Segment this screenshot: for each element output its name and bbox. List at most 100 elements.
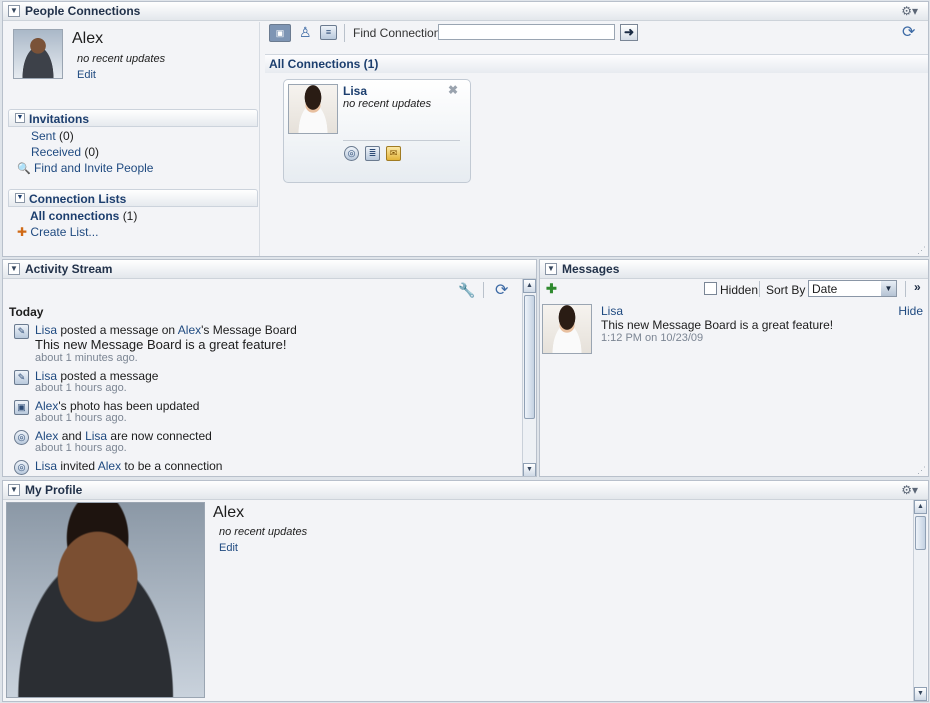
message-item: Lisa This new Message Board is a great f… — [540, 302, 928, 358]
collapse-toggle-icon[interactable]: ▼ — [8, 484, 20, 496]
toolbar-divider — [483, 282, 484, 298]
scroll-down-arrow[interactable]: ▼ — [914, 687, 927, 701]
actor-link[interactable]: Lisa — [35, 369, 57, 383]
go-button[interactable]: ➜ — [620, 24, 638, 41]
connection-name[interactable]: Lisa — [343, 84, 367, 98]
find-invite-row[interactable]: 🔍 Find and Invite People — [17, 161, 153, 175]
avatar — [13, 29, 63, 79]
refresh-icon[interactable]: ⟳ — [902, 22, 915, 42]
feed-text: 's Message Board — [201, 323, 297, 337]
wrench-icon[interactable]: 🔧 — [458, 282, 475, 299]
feed-time: about 1 minutes ago. — [35, 352, 138, 364]
actor-link[interactable]: Alex — [35, 429, 58, 443]
user-name: Alex — [72, 30, 104, 47]
card-view-icon[interactable]: ▣ — [269, 24, 291, 42]
hidden-label: Hidden — [720, 283, 759, 297]
feed-text: posted a message — [60, 369, 159, 383]
resize-grip-icon[interactable]: ⋰ — [917, 245, 926, 256]
panel-title: People Connections — [25, 4, 141, 18]
my-profile-panel: ▼ My Profile ⚙▾ Alex no recent updates E… — [2, 480, 929, 702]
envelope-icon[interactable]: ✉ — [386, 146, 401, 161]
target-link[interactable]: Alex — [98, 459, 121, 473]
feed-text: and — [61, 429, 82, 443]
hide-link[interactable]: Hide — [898, 304, 923, 318]
collapse-toggle-icon[interactable]: ▼ — [8, 263, 20, 275]
find-connection-input[interactable] — [438, 24, 615, 40]
scroll-up-arrow[interactable]: ▲ — [914, 500, 927, 514]
connections-icon[interactable]: ◎ — [344, 146, 359, 161]
card-divider — [343, 140, 460, 141]
scroll-thumb[interactable] — [524, 295, 535, 419]
all-connections-link[interactable]: All connections — [30, 209, 119, 223]
all-connections-bar: All Connections (1) — [265, 54, 928, 73]
add-icon: ✚ — [17, 225, 28, 239]
toolbar-divider — [759, 281, 760, 297]
create-list-row[interactable]: ✚ Create List... — [17, 225, 98, 239]
collapse-toggle-icon[interactable]: ▼ — [8, 5, 20, 17]
close-icon[interactable]: ✖ — [448, 83, 458, 97]
gear-icon[interactable]: ⚙▾ — [901, 4, 918, 18]
column-divider — [259, 22, 260, 256]
activity-scrollbar[interactable]: ▲ ▼ — [522, 279, 536, 476]
activity-stream-panel: ▼ Activity Stream 🔧 ⟳ Today ✎ Lisa poste… — [2, 259, 537, 477]
invitations-header: ▼ Invitations — [8, 109, 258, 127]
scroll-up-arrow[interactable]: ▲ — [523, 279, 536, 293]
feed-text: are now connected — [110, 429, 212, 443]
target-link[interactable]: Lisa — [85, 429, 107, 443]
received-count: (0) — [84, 145, 100, 159]
feed-text: invited — [60, 459, 96, 473]
feed-list: ✎ Lisa posted a message on Alex's Messag… — [3, 322, 521, 476]
user-status: no recent updates — [77, 53, 166, 65]
resize-grip-icon[interactable]: ⋰ — [917, 465, 926, 476]
message-posted-icon: ✎ — [14, 370, 29, 385]
photo-icon: ▣ — [14, 400, 29, 415]
connection-photo — [288, 84, 338, 134]
collapse-toggle-icon[interactable]: ▼ — [15, 193, 25, 203]
profile-status: no recent updates — [219, 526, 308, 538]
feed-time: about 1 hours ago. — [35, 442, 127, 454]
find-connection-label: Find Connection — [353, 26, 441, 40]
received-link[interactable]: Received — [31, 145, 81, 159]
feed-text: to be a connection — [124, 459, 223, 473]
feed-time: about 1 hours ago. — [35, 382, 127, 394]
message-posted-icon: ✎ — [14, 324, 29, 339]
feed-item-line: Lisa posted a message on Alex's Message … — [35, 323, 297, 337]
message-author-link[interactable]: Lisa — [601, 304, 623, 318]
connection-lists-title: Connection Lists — [29, 192, 127, 206]
all-connections-row: All connections (1) — [30, 209, 137, 223]
new-message-icon[interactable]: ✚ — [546, 281, 557, 297]
profile-edit-link[interactable]: Edit — [219, 542, 238, 554]
scroll-thumb[interactable] — [915, 516, 926, 550]
refresh-icon[interactable]: ⟳ — [495, 280, 508, 300]
invitations-received: Received (0) — [31, 145, 99, 159]
sort-select-value: Date — [812, 282, 838, 296]
profile-scrollbar[interactable]: ▲ ▼ — [913, 500, 927, 701]
gear-icon[interactable]: ⚙▾ — [901, 483, 918, 497]
overflow-chevron-icon[interactable]: » — [914, 280, 921, 294]
collapse-toggle-icon[interactable]: ▼ — [15, 113, 25, 123]
document-icon[interactable]: ≣ — [365, 146, 380, 161]
feed-time: about 1 hours ago. — [35, 412, 127, 424]
person-view-icon[interactable]: ♙ — [299, 24, 312, 41]
scroll-down-arrow[interactable]: ▼ — [523, 463, 536, 476]
connection-card[interactable]: Lisa no recent updates ✖ ◎ ≣ ✉ — [283, 79, 471, 183]
feed-text: posted a message on — [60, 323, 176, 337]
create-list-link[interactable]: Create List... — [30, 225, 98, 239]
today-heading: Today — [9, 305, 44, 319]
actor-link[interactable]: Alex — [35, 399, 58, 413]
feed-item-line: Lisa posted a message — [35, 369, 158, 383]
collapse-toggle-icon[interactable]: ▼ — [545, 263, 557, 275]
actor-link[interactable]: Lisa — [35, 323, 57, 337]
sent-link[interactable]: Sent — [31, 129, 56, 143]
find-invite-link[interactable]: Find and Invite People — [34, 161, 153, 175]
feed-item-line: Alex's photo has been updated — [35, 399, 199, 413]
invitations-sent: Sent (0) — [31, 129, 74, 143]
list-view-icon[interactable]: ≡ — [320, 25, 337, 40]
people-connections-panel: ▼ People Connections ⚙▾ Alex no recent u… — [2, 1, 929, 257]
panel-title: Activity Stream — [25, 262, 113, 276]
target-link[interactable]: Alex — [178, 323, 201, 337]
hidden-checkbox[interactable] — [704, 282, 717, 295]
edit-link[interactable]: Edit — [77, 69, 96, 81]
sort-select[interactable]: Date ▼ — [808, 280, 897, 297]
actor-link[interactable]: Lisa — [35, 459, 57, 473]
